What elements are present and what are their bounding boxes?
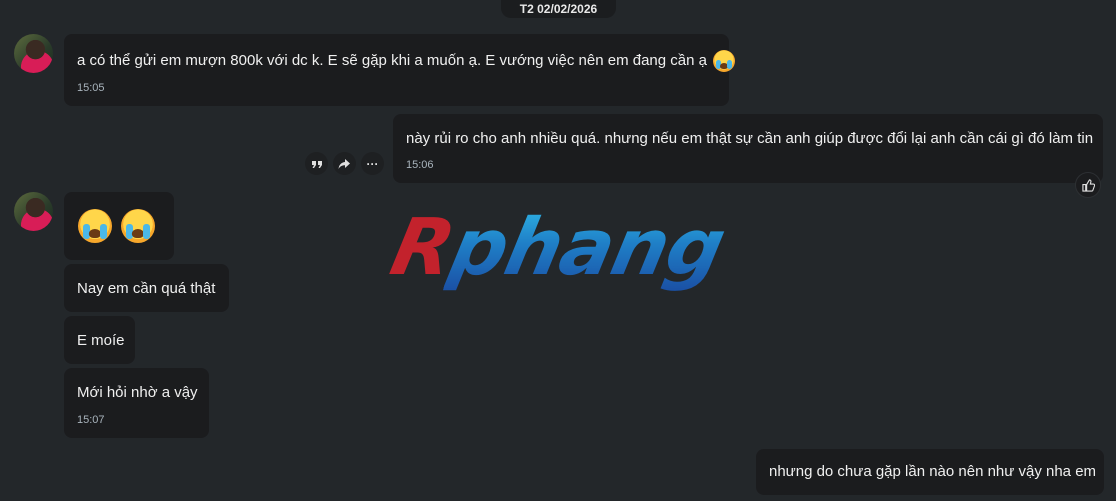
message-text: Mới hỏi nhờ a vậy	[77, 384, 198, 401]
message-time: 15:06	[406, 159, 434, 171]
message-text: này rủi ro cho anh nhiều quá. nhưng nếu …	[406, 130, 1094, 147]
message-bubble-received[interactable]: a có thể gửi em mượn 800k với dc k. E sẽ…	[64, 34, 736, 106]
message-bubble-received[interactable]: E moíe	[64, 316, 135, 364]
message-text: E moíe	[77, 332, 125, 349]
more-actions-button[interactable]: ···	[361, 152, 384, 175]
sender-avatar[interactable]	[14, 34, 53, 73]
forward-button[interactable]	[333, 152, 356, 175]
message-time: 15:07	[77, 414, 105, 426]
message-time: 15:05	[77, 82, 105, 94]
like-reaction-button[interactable]	[1075, 172, 1101, 198]
sender-avatar[interactable]	[14, 192, 53, 231]
message-text: nhưng do chưa gặp lần nào nên như vậy nh…	[769, 463, 1097, 480]
message-bubble-received[interactable]	[64, 192, 174, 260]
forward-icon	[338, 158, 350, 169]
crying-face-emoji-icon	[713, 50, 736, 72]
quote-reply-button[interactable]	[305, 152, 328, 175]
watermark-word: phang	[442, 203, 733, 293]
date-divider: T2 02/02/2026	[501, 0, 616, 18]
watermark-logo: Rphang	[383, 203, 732, 293]
thumbs-up-icon	[1081, 178, 1095, 192]
message-bubble-sent[interactable]: này rủi ro cho anh nhiều quá. nhưng nếu …	[393, 114, 1103, 183]
quote-icon	[311, 160, 322, 168]
crying-face-emoji-icon	[121, 209, 155, 243]
crying-face-emoji-icon	[78, 209, 112, 243]
message-text: a có thể gửi em mượn 800k với dc k. E sẽ…	[77, 50, 736, 72]
message-bubble-sent[interactable]: nhưng do chưa gặp lần nào nên như vậy nh…	[756, 449, 1104, 495]
message-bubble-received[interactable]: Nay em cần quá thật	[64, 264, 229, 312]
message-text: Nay em cần quá thật	[77, 280, 216, 297]
message-bubble-received[interactable]: Mới hỏi nhờ a vậy 15:07	[64, 368, 209, 438]
